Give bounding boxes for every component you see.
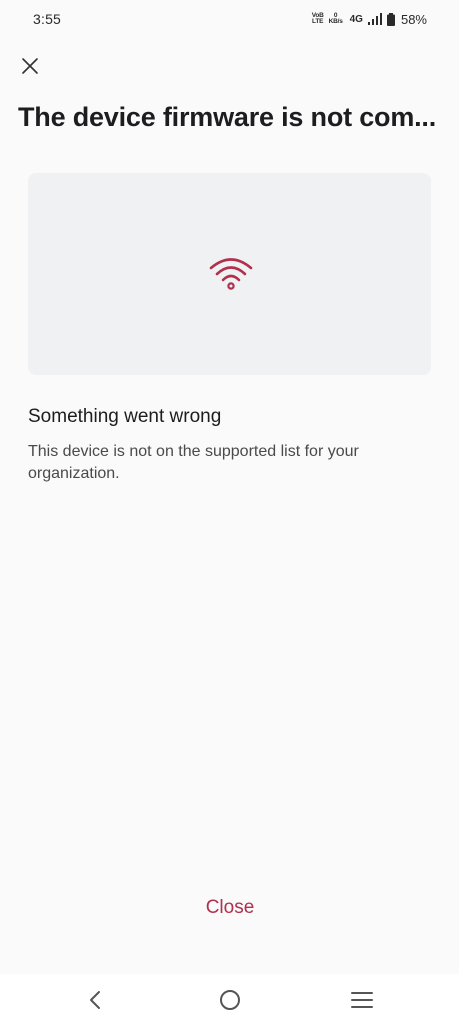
page-title: The device firmware is not com... [18, 102, 437, 132]
back-icon[interactable] [84, 988, 108, 1012]
error-heading: Something went wrong [28, 406, 222, 427]
volte-bottom-text: LTE [312, 18, 324, 25]
status-icons: VoB LTE 0 KB/s 4G 58% [312, 9, 427, 29]
wifi-icon [209, 258, 253, 290]
battery-percent: 58% [400, 11, 427, 27]
error-message: This device is not on the supported list… [28, 443, 359, 482]
home-icon[interactable] [218, 988, 242, 1012]
battery-icon [386, 12, 395, 26]
close-button[interactable]: Close [160, 890, 300, 926]
illustration-card [28, 173, 431, 375]
volte-indicator: VoB LTE [312, 12, 324, 26]
close-icon[interactable] [18, 54, 42, 78]
network-type: 4G [349, 13, 363, 25]
status-time: 3:55 [33, 11, 62, 27]
navigation-bar [0, 974, 459, 1024]
menu-icon[interactable] [350, 988, 374, 1012]
screen: 3:55 VoB LTE 0 KB/s 4G 58% The device fi… [0, 0, 459, 1024]
data-rate-unit: KB/s [328, 18, 343, 25]
status-bar: 3:55 VoB LTE 0 KB/s 4G 58% [0, 0, 459, 38]
signal-icon [367, 13, 382, 25]
data-rate-indicator: 0 KB/s [328, 12, 343, 26]
